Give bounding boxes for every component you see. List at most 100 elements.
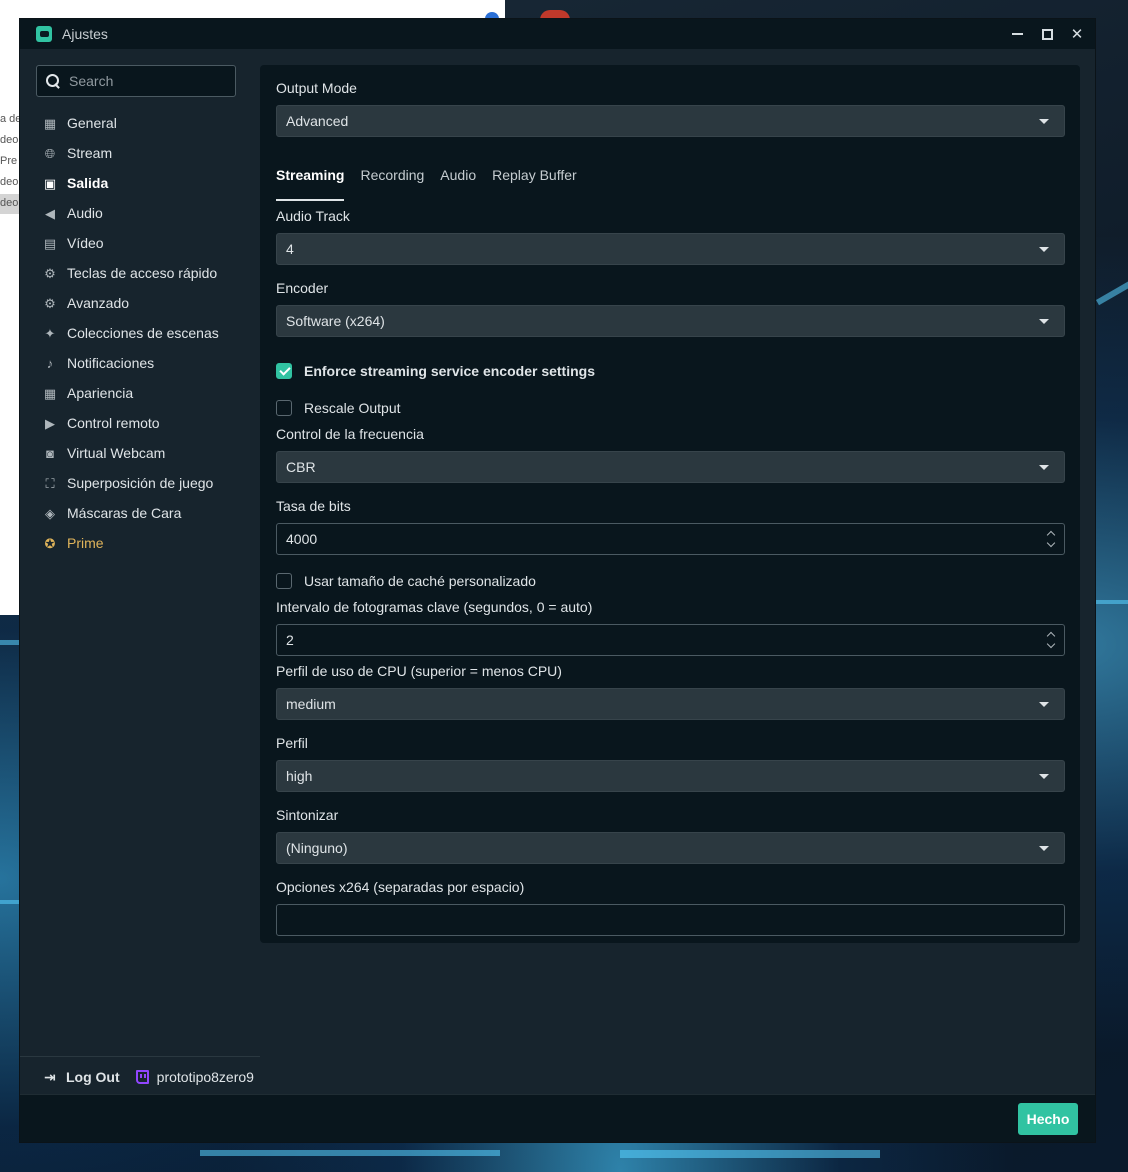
output-tabs: Streaming Recording Audio Replay Buffer <box>276 161 593 201</box>
chip-icon: ▣ <box>43 175 57 191</box>
cpu-preset-label: Perfil de uso de CPU (superior = menos C… <box>276 663 562 679</box>
background-app-line: Pre <box>0 155 18 167</box>
sidebar-item-remote-control[interactable]: ▶ Control remoto <box>20 408 260 438</box>
tune-label: Sintonizar <box>276 807 339 823</box>
background-app-line: a de <box>0 113 20 125</box>
sidebar-item-stream[interactable]: 🌐︎ Stream <box>20 138 260 168</box>
streamlabs-logo-icon <box>36 26 52 42</box>
tab-recording[interactable]: Recording <box>360 161 424 201</box>
sidebar-footer: ⇥ Log Out prototipo8zero9 <box>20 1056 260 1096</box>
sidebar-item-label: Salida <box>67 175 109 191</box>
select-value: Software (x264) <box>286 313 385 329</box>
rescale-output-checkbox[interactable]: Rescale Output <box>276 400 401 416</box>
sidebar-item-audio[interactable]: ◀ Audio <box>20 198 260 228</box>
select-value: Advanced <box>286 113 349 129</box>
expand-icon: ⛶ <box>45 475 55 491</box>
sidebar-item-general[interactable]: ▦ General <box>20 108 260 138</box>
sidebar-item-appearance[interactable]: ▦ Apariencia <box>20 378 260 408</box>
sidebar-item-label: Teclas de acceso rápido <box>67 265 218 281</box>
search-input[interactable] <box>69 73 219 89</box>
logout-label: Log Out <box>66 1068 120 1085</box>
cpu-preset-select[interactable]: medium <box>276 688 1065 720</box>
select-value: medium <box>286 696 336 712</box>
maximize-icon <box>1041 28 1053 40</box>
output-mode-label: Output Mode <box>276 80 357 96</box>
sidebar-item-label: Avanzado <box>67 295 130 311</box>
sidebar-item-label: Virtual Webcam <box>67 445 166 461</box>
sidebar-item-video[interactable]: ▤ Vídeo <box>20 228 260 258</box>
maximize-button[interactable] <box>1039 26 1055 42</box>
checkbox-unchecked[interactable] <box>276 400 292 416</box>
magic-wand-icon: ✦ <box>44 325 56 341</box>
input-value: 2 <box>286 632 294 648</box>
close-button[interactable]: ✕ <box>1069 26 1085 43</box>
tab-streaming[interactable]: Streaming <box>276 161 345 201</box>
enforce-encoder-settings-checkbox[interactable]: Enforce streaming service encoder settin… <box>276 363 595 379</box>
user-account[interactable]: prototipo8zero9 <box>135 1069 254 1085</box>
profile-label: Perfil <box>276 735 308 751</box>
speaker-icon: ◀ <box>45 205 55 221</box>
chevron-down-icon[interactable] <box>1046 538 1056 548</box>
checkbox-checked[interactable] <box>276 363 292 379</box>
audio-track-select[interactable]: 4 <box>276 233 1065 265</box>
chevron-down-icon <box>1039 846 1049 851</box>
title-bar[interactable]: Ajustes ✕ <box>20 19 1095 49</box>
sidebar-item-face-masks[interactable]: ◈ Máscaras de Cara <box>20 498 260 528</box>
output-mode-select[interactable]: Advanced <box>276 105 1065 137</box>
tune-select[interactable]: (Ninguno) <box>276 832 1065 864</box>
encoder-label: Encoder <box>276 280 329 296</box>
window-footer: Hecho <box>20 1094 1095 1142</box>
tab-replay-buffer[interactable]: Replay Buffer <box>492 161 577 201</box>
select-value: high <box>286 768 313 784</box>
sidebar-item-label: Prime <box>67 535 104 551</box>
checkbox-unchecked[interactable] <box>276 573 292 589</box>
film-icon: ▤ <box>43 235 57 251</box>
profile-select[interactable]: high <box>276 760 1065 792</box>
rate-control-label: Control de la frecuencia <box>276 426 424 442</box>
keyframe-interval-label: Intervalo de fotogramas clave (segundos,… <box>276 599 593 615</box>
done-button[interactable]: Hecho <box>1018 1103 1078 1135</box>
sidebar-item-virtual-webcam[interactable]: ◙ Virtual Webcam <box>20 438 260 468</box>
search-box[interactable] <box>36 65 236 97</box>
sidebar: ▦ General 🌐︎ Stream ▣ Salida ◀ Audio ▤ V… <box>20 49 260 1096</box>
sidebar-item-label: Control remoto <box>67 415 160 431</box>
chevron-down-icon <box>1039 119 1049 124</box>
sidebar-item-game-overlay[interactable]: ⛶ Superposición de juego <box>20 468 260 498</box>
keyframe-interval-input[interactable]: 2 <box>276 624 1065 656</box>
checkbox-label: Usar tamaño de caché personalizado <box>304 573 536 589</box>
checkbox-label: Enforce streaming service encoder settin… <box>304 363 595 379</box>
sidebar-item-prime[interactable]: ✪ Prime <box>20 528 260 558</box>
number-stepper[interactable] <box>1046 630 1056 650</box>
chevron-down-icon[interactable] <box>1046 639 1056 649</box>
select-value: CBR <box>286 459 316 475</box>
sidebar-item-salida[interactable]: ▣ Salida <box>20 168 260 198</box>
logout-icon: ⇥ <box>44 1068 56 1085</box>
bitrate-input[interactable]: 4000 <box>276 523 1065 555</box>
sidebar-item-advanced[interactable]: ⚙ Avanzado <box>20 288 260 318</box>
sidebar-item-label: Apariencia <box>67 385 134 401</box>
background-app-line: deo <box>0 194 20 214</box>
input-value: 4000 <box>286 531 318 547</box>
x264-options-input[interactable] <box>276 904 1065 936</box>
mask-icon: ◈ <box>45 505 55 521</box>
encoder-select[interactable]: Software (x264) <box>276 305 1065 337</box>
sidebar-item-label: Vídeo <box>67 235 104 251</box>
custom-buffer-checkbox[interactable]: Usar tamaño de caché personalizado <box>276 573 536 589</box>
chevron-down-icon <box>1039 774 1049 779</box>
gears-icon: ⚙ <box>44 295 56 311</box>
rate-control-select[interactable]: CBR <box>276 451 1065 483</box>
sidebar-item-hotkeys[interactable]: ⚙ Teclas de acceso rápido <box>20 258 260 288</box>
logout-button[interactable]: ⇥ Log Out <box>44 1069 120 1085</box>
number-stepper[interactable] <box>1046 529 1056 549</box>
minimize-button[interactable] <box>1009 26 1025 42</box>
grid-icon: ▦ <box>43 115 57 131</box>
audio-track-label: Audio Track <box>276 208 350 224</box>
sidebar-item-label: Stream <box>67 145 113 161</box>
tab-audio[interactable]: Audio <box>440 161 476 201</box>
chevron-down-icon <box>1039 702 1049 707</box>
sidebar-item-notifications[interactable]: ♪ Notificaciones <box>20 348 260 378</box>
background-app-line: deo <box>0 134 19 146</box>
minimize-icon <box>1011 33 1023 35</box>
sidebar-item-scene-collections[interactable]: ✦ Colecciones de escenas <box>20 318 260 348</box>
chevron-down-icon <box>1039 319 1049 324</box>
